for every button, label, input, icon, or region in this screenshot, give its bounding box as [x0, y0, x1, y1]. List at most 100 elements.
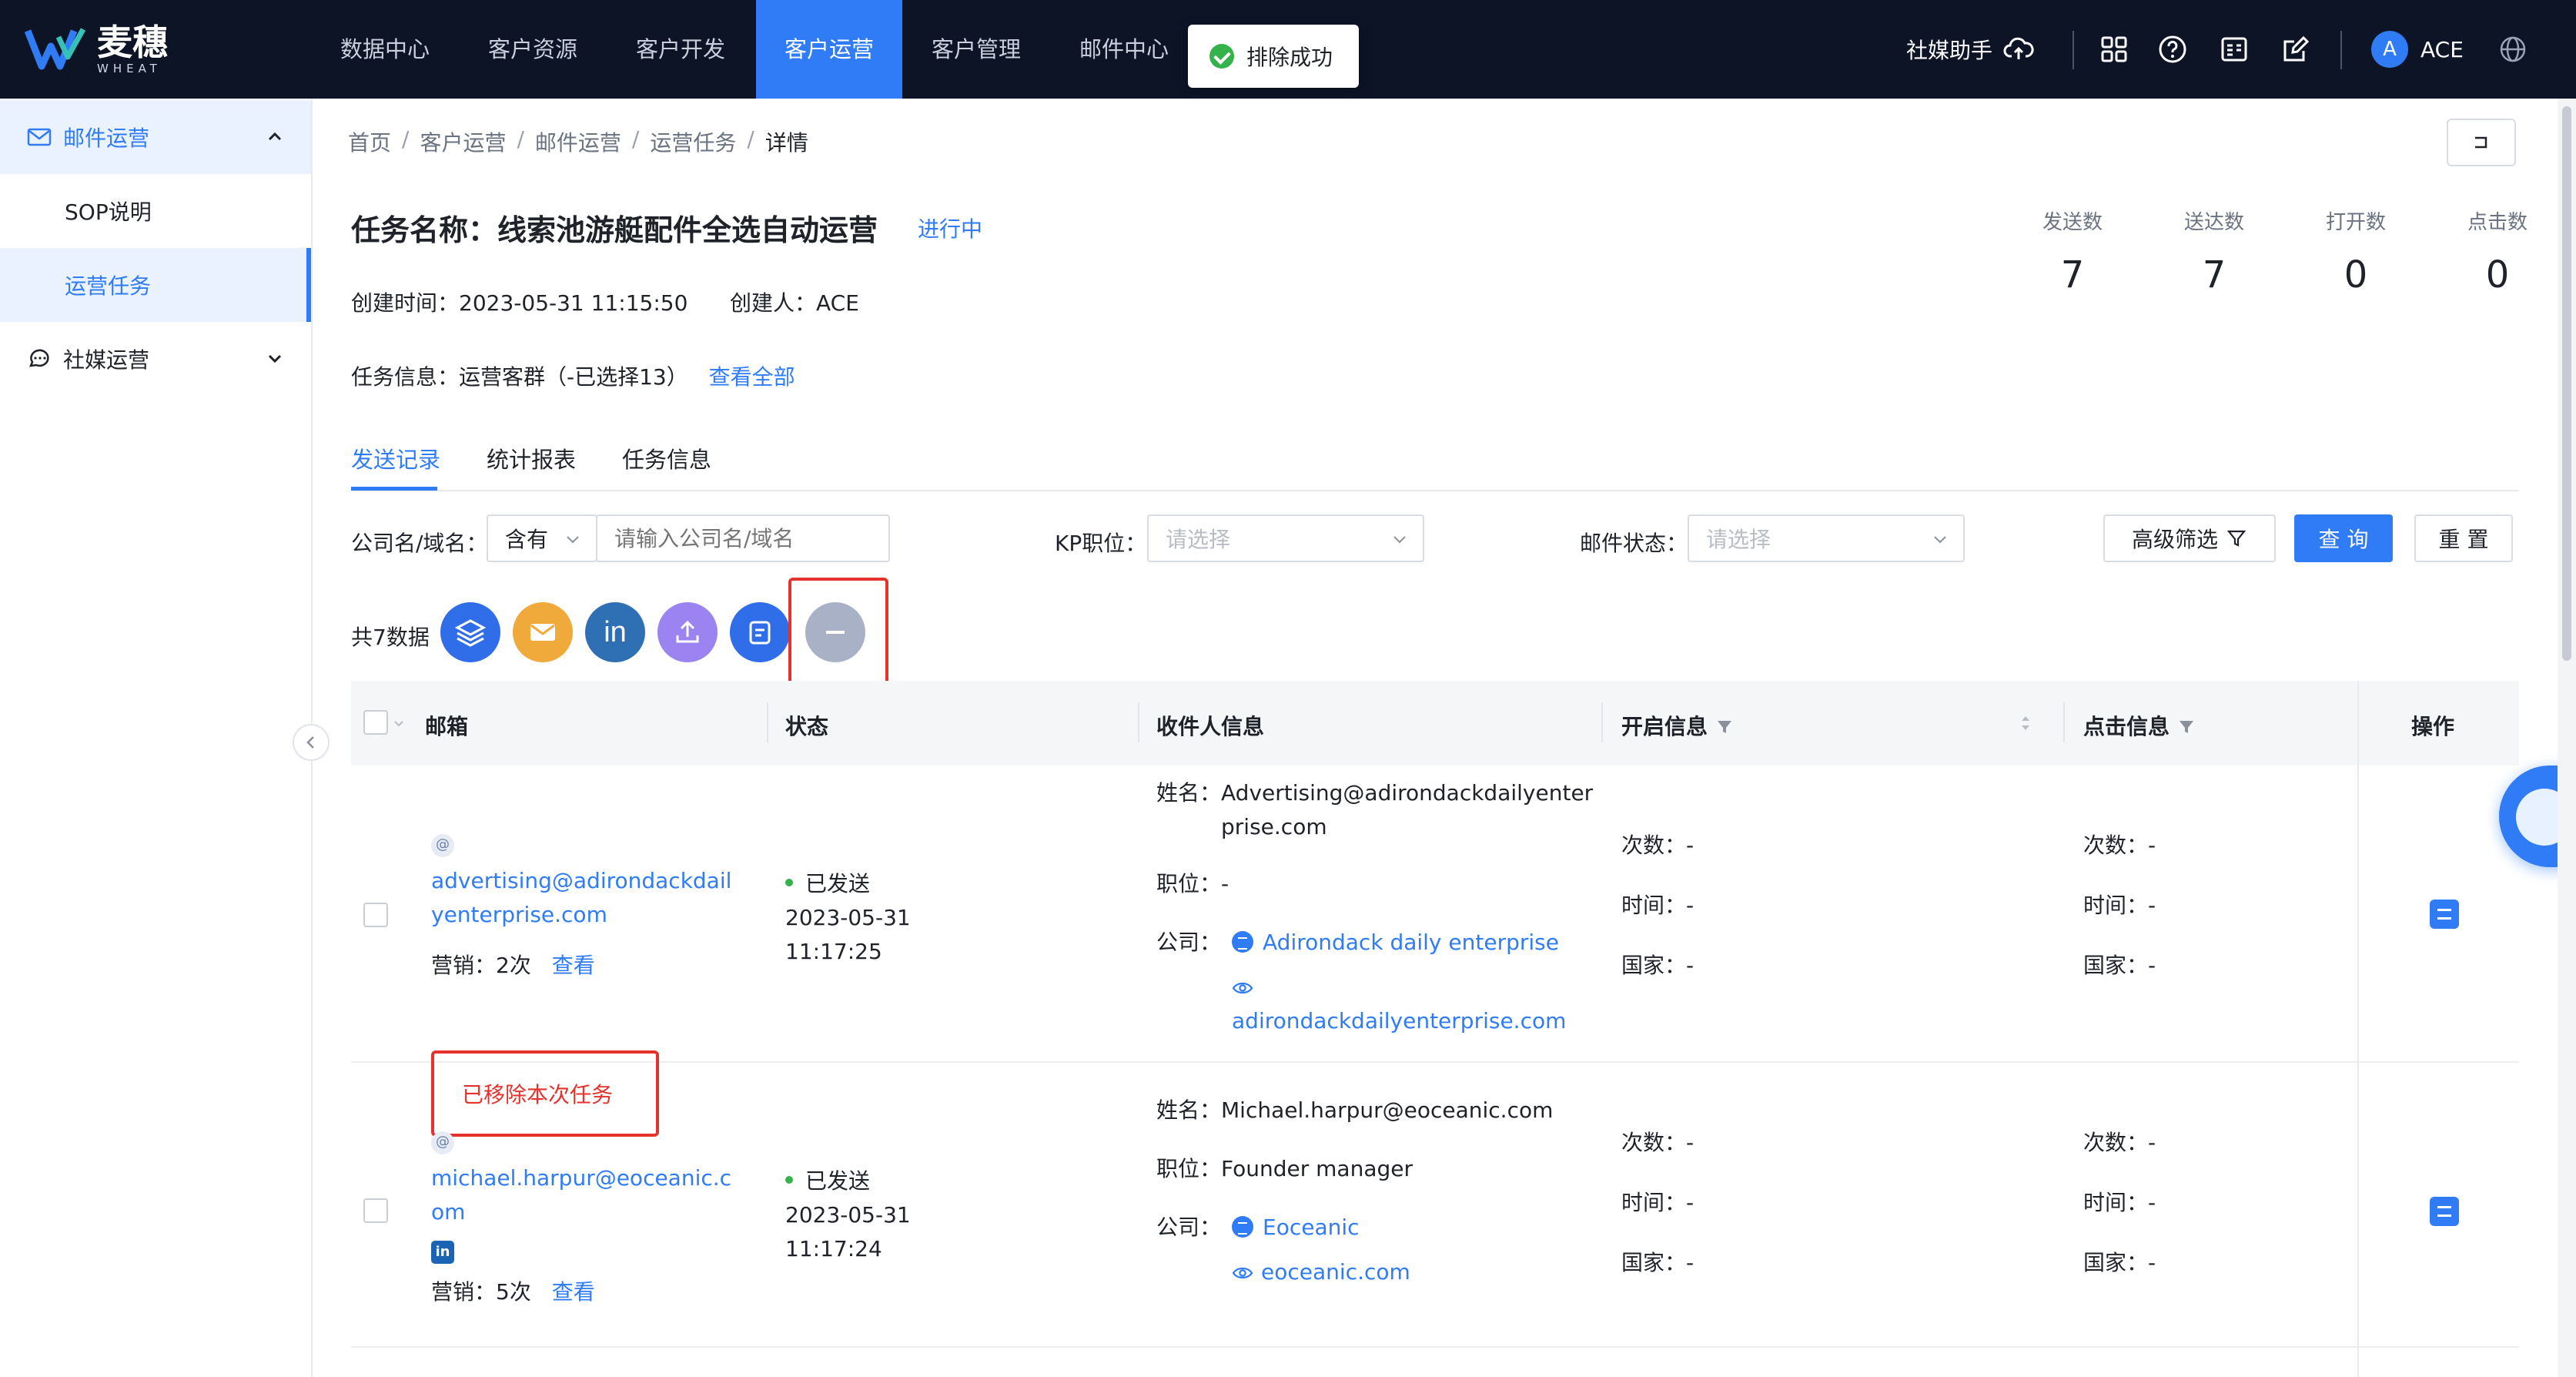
click-time-value: - — [2148, 1190, 2156, 1215]
row-detail-button[interactable] — [2430, 900, 2459, 929]
globe-icon[interactable] — [2497, 34, 2528, 65]
open-time-value: - — [1686, 1190, 1694, 1215]
nav-item-data-center[interactable]: 数据中心 — [326, 0, 443, 99]
detail-button[interactable] — [730, 602, 790, 662]
click-times-label: 次数： — [2083, 1130, 2149, 1155]
name-value: Michael.harpur@eoceanic.com — [1221, 1097, 1554, 1123]
reset-button[interactable]: 重 置 — [2414, 514, 2513, 562]
email-icon — [431, 828, 454, 862]
column-header-click[interactable]: 点击信息 — [2083, 710, 2196, 741]
column-separator — [767, 702, 768, 742]
chevron-down-icon[interactable] — [393, 718, 405, 730]
column-header-recipient: 收件人信息 — [1156, 714, 1265, 739]
company-link[interactable]: Adirondack daily enterprise — [1232, 926, 1595, 960]
linkedin-button[interactable]: in — [585, 602, 645, 662]
nav-item-mail-center[interactable]: 邮件中心 — [1066, 0, 1183, 99]
tab-send-records[interactable]: 发送记录 — [351, 442, 440, 474]
breadcrumb-item[interactable]: 首页 — [348, 126, 391, 157]
kp-position-select[interactable]: 请选择 — [1147, 514, 1424, 562]
exit-button[interactable] — [2447, 119, 2516, 166]
column-header-open-label: 开启信息 — [1621, 714, 1708, 739]
marketing-label: 营销： — [431, 1279, 497, 1305]
click-country: 国家：- — [2083, 949, 2156, 983]
user-menu[interactable]: A ACE — [2371, 31, 2464, 68]
breadcrumb-item[interactable]: 客户运营 — [420, 126, 506, 157]
id-card-icon[interactable] — [2219, 34, 2250, 65]
open-info-cell: 次数：- 时间：- 国家：- — [1621, 829, 1694, 983]
task-title: 任务名称：线索池游艇配件全选自动运营 — [351, 213, 878, 247]
creator-label: 创建人： — [730, 290, 817, 316]
domain-link[interactable]: eoceanic.com — [1232, 1255, 1410, 1289]
domain-link[interactable]: adirondackdailyenterprise.com — [1232, 970, 1595, 1038]
upload-icon — [676, 620, 699, 643]
breadcrumb-item[interactable]: 邮件运营 — [535, 126, 621, 157]
email-line1: advertising@adirondackdail — [431, 868, 732, 893]
company-link[interactable]: Eoceanic — [1232, 1211, 1410, 1245]
column-header-open[interactable]: 开启信息 — [1621, 710, 1734, 741]
open-time-label: 时间： — [1621, 1190, 1687, 1215]
email-link[interactable]: advertising@adirondackdail — [431, 828, 754, 898]
stat-delivered: 送达数 7 — [2160, 206, 2268, 297]
linkedin-icon[interactable]: in — [431, 1241, 454, 1264]
sidebar-item-sop[interactable]: SOP说明 — [0, 174, 311, 248]
column-separator — [2063, 702, 2065, 742]
company-name: Adirondack daily enterprise — [1263, 930, 1559, 955]
created-time-value: 2023-05-31 11:15:50 — [459, 290, 688, 316]
open-times-value: - — [1686, 833, 1694, 858]
wheat-logo-icon — [25, 28, 86, 70]
logo[interactable]: 麦穗 WHEAT — [25, 23, 168, 77]
tabs: 发送记录 统计报表 任务信息 — [351, 425, 2519, 491]
company-mode-select[interactable]: 含有 — [487, 514, 597, 562]
mail-status-select[interactable]: 请选择 — [1688, 514, 1965, 562]
table-row: michael.harpur@eoceanic.c om in 营销：5次 查看… — [351, 1063, 2519, 1348]
stat-sent: 发送数 7 — [2019, 206, 2126, 297]
email-link-continued[interactable]: yenterprise.com — [431, 898, 754, 932]
row-checkbox[interactable] — [363, 903, 388, 927]
query-button[interactable]: 查 询 — [2294, 514, 2393, 562]
nav-item-customer-resource[interactable]: 客户资源 — [474, 0, 591, 99]
row-detail-button[interactable] — [2430, 1197, 2459, 1226]
name-label: 姓名： — [1156, 780, 1222, 806]
marketing-value: 2次 — [496, 953, 531, 978]
fixed-column-divider — [2357, 681, 2359, 1377]
recipient-name: 姓名：Michael.harpur@eoceanic.com — [1156, 1094, 1595, 1127]
task-info-label: 任务信息： — [351, 364, 460, 390]
edit-icon[interactable] — [2280, 34, 2311, 65]
sidebar-group-social-operation[interactable]: 社媒运营 — [0, 322, 311, 396]
filter-icon[interactable] — [2177, 718, 2196, 736]
advanced-filter-button[interactable]: 高级筛选 — [2103, 514, 2276, 562]
tab-task-info[interactable]: 任务信息 — [622, 442, 711, 474]
layers-button[interactable] — [440, 602, 500, 662]
breadcrumb-item[interactable]: 运营任务 — [650, 126, 736, 157]
company-search-input[interactable] — [596, 514, 890, 562]
nav-item-customer-develop[interactable]: 客户开发 — [622, 0, 739, 99]
column-separator — [1601, 702, 1603, 742]
social-assistant-button[interactable]: 社媒助手 — [1906, 31, 2034, 68]
row-checkbox[interactable] — [363, 1198, 388, 1223]
click-info-cell: 次数：- 时间：- 国家：- — [2083, 829, 2156, 983]
select-all-checkbox[interactable] — [363, 710, 388, 735]
tab-statistics[interactable]: 统计报表 — [487, 442, 576, 474]
sidebar-group-mail-operation[interactable]: 邮件运营 — [0, 100, 311, 174]
send-mail-button[interactable] — [513, 602, 573, 662]
nav-item-customer-manage[interactable]: 客户管理 — [918, 0, 1035, 99]
creator: 创建人：ACE — [730, 286, 859, 317]
sort-icon[interactable] — [2019, 712, 2032, 735]
sidebar-item-operation-task[interactable]: 运营任务 — [0, 248, 311, 322]
email-link-continued[interactable]: om — [431, 1195, 754, 1229]
status-cell: 已发送 2023-05-31 11:17:24 — [785, 1164, 911, 1266]
export-button[interactable] — [657, 602, 718, 662]
email-link[interactable]: michael.harpur@eoceanic.c — [431, 1125, 754, 1195]
filter-icon[interactable] — [1715, 718, 1734, 736]
view-marketing-link[interactable]: 查看 — [552, 1279, 595, 1305]
chevron-down-icon — [567, 536, 579, 544]
view-marketing-link[interactable]: 查看 — [552, 953, 595, 978]
apps-grid-icon[interactable] — [2099, 34, 2129, 65]
view-all-link[interactable]: 查看全部 — [709, 364, 795, 390]
task-status: 进行中 — [918, 216, 983, 242]
help-circle-icon[interactable] — [2157, 34, 2188, 65]
page-scrollbar-thumb[interactable] — [2562, 106, 2571, 661]
nav-item-customer-operation[interactable]: 客户运营 — [756, 0, 902, 99]
open-country-value: - — [1686, 953, 1694, 978]
task-info-value: 运营客群（-已选择13） — [459, 364, 688, 390]
